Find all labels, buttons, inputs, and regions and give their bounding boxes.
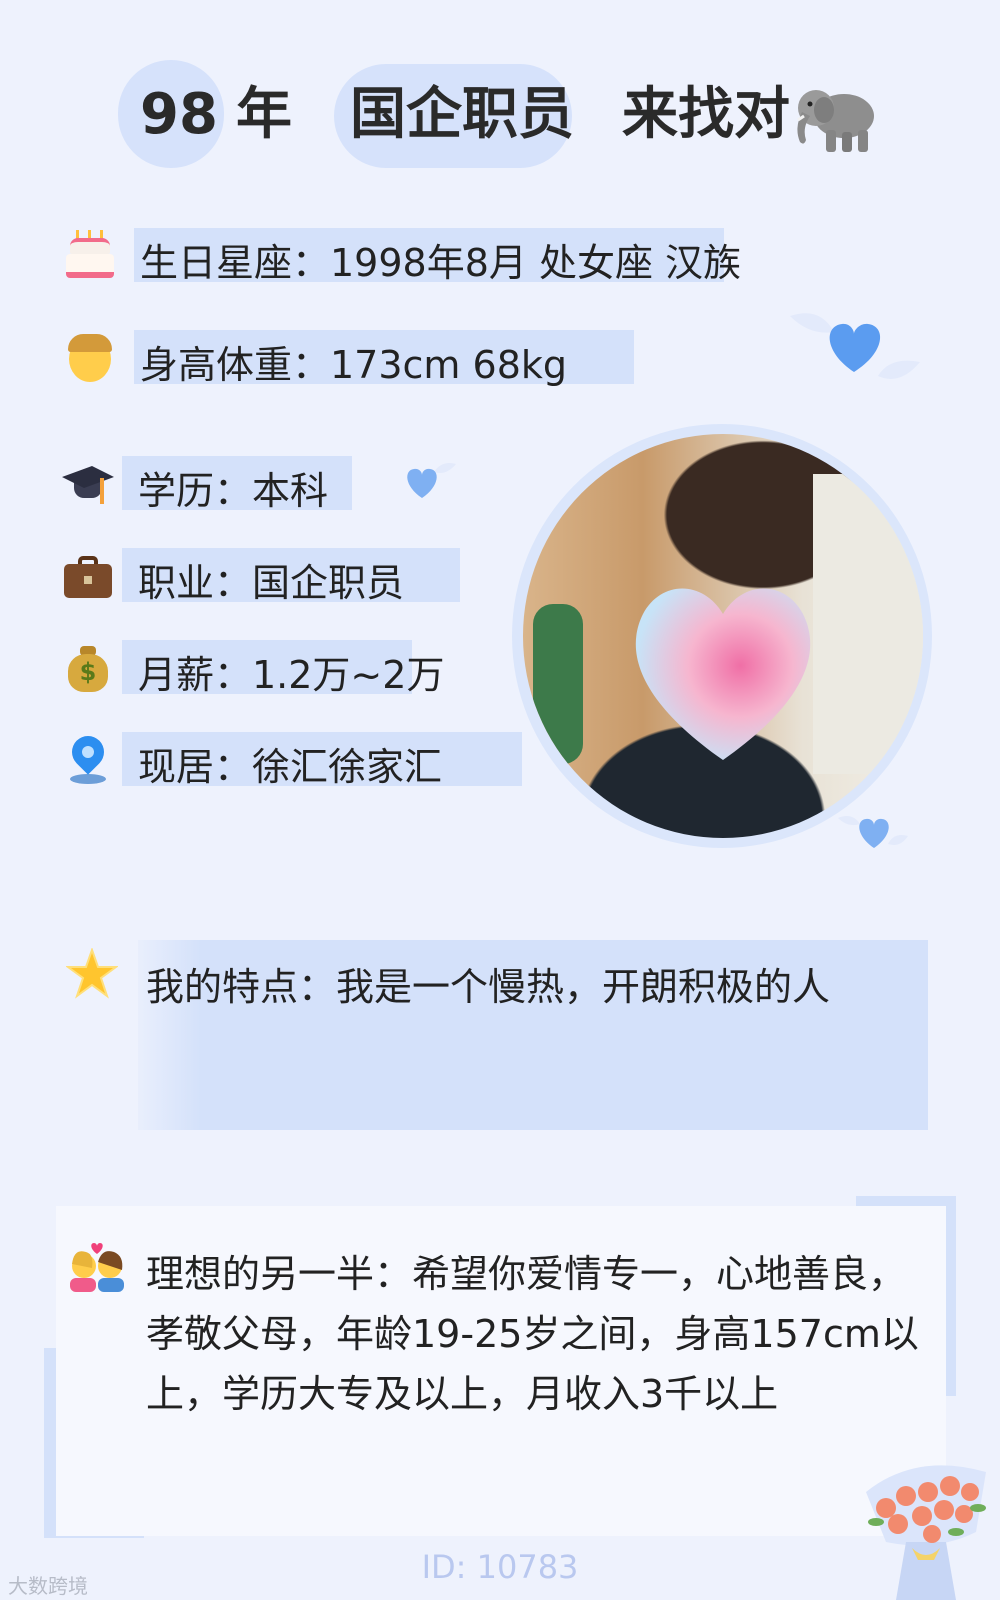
info-row-birthday: 生日星座：1998年8月 处女座 汉族 bbox=[64, 228, 741, 285]
briefcase-icon bbox=[62, 550, 114, 602]
winged-heart-icon bbox=[790, 313, 920, 379]
header-job: 国企职员 bbox=[350, 82, 574, 147]
location-pin-icon bbox=[62, 729, 114, 786]
header-age: 98 bbox=[140, 82, 218, 147]
heart-sticker-icon bbox=[635, 588, 811, 760]
info-row-education: 学历：本科 bbox=[62, 456, 362, 513]
graduation-cap-icon bbox=[62, 458, 114, 510]
birthday-cake-icon bbox=[64, 230, 116, 282]
star-icon bbox=[66, 948, 118, 999]
info-text: 现居：徐汇徐家汇 bbox=[138, 745, 443, 789]
header-seeking: 来找对 bbox=[622, 82, 790, 147]
ideal-partner-text: 理想的另一半：希望你爱情专一，心地善良，孝敬父母，年龄19-25岁之间，身高15… bbox=[146, 1252, 919, 1416]
info-row-height-weight: 身高体重：173cm 68kg bbox=[64, 330, 634, 387]
money-bag-icon: $ bbox=[62, 642, 114, 694]
money-bag-sign: $ bbox=[79, 658, 97, 686]
profile-id: ID: 10783 bbox=[421, 1548, 579, 1586]
man-face-icon bbox=[64, 332, 116, 384]
trait-text: 我的特点：我是一个慢热，开朗积极的人 bbox=[146, 965, 831, 1009]
info-row-salary: $ 月薪：1.2万~2万 bbox=[62, 640, 444, 697]
couple-heart-icon bbox=[70, 1243, 124, 1292]
elephant-icon bbox=[797, 90, 874, 152]
info-text: 月薪：1.2万~2万 bbox=[138, 653, 445, 697]
header: 98 年 国企职员 来找对 bbox=[0, 60, 1000, 170]
info-text: 学历：本科 bbox=[138, 469, 329, 513]
small-heart-icon bbox=[838, 816, 908, 848]
info-text: 身高体重：173cm 68kg bbox=[140, 343, 567, 387]
avatar bbox=[523, 434, 923, 838]
profile-card: 98 年 国企职员 来找对 生日星座：1998年8月 处女座 汉族 身高体重：1… bbox=[0, 0, 1000, 1600]
watermark: 大数跨境 bbox=[8, 1574, 88, 1598]
info-text: 职业：国企职员 bbox=[138, 561, 405, 605]
header-year-word: 年 bbox=[236, 82, 292, 147]
info-row-residence: 现居：徐汇徐家汇 bbox=[62, 729, 532, 789]
small-heart-icon bbox=[407, 463, 456, 498]
info-row-occupation: 职业：国企职员 bbox=[62, 548, 472, 605]
info-text: 生日星座：1998年8月 处女座 汉族 bbox=[140, 241, 742, 285]
